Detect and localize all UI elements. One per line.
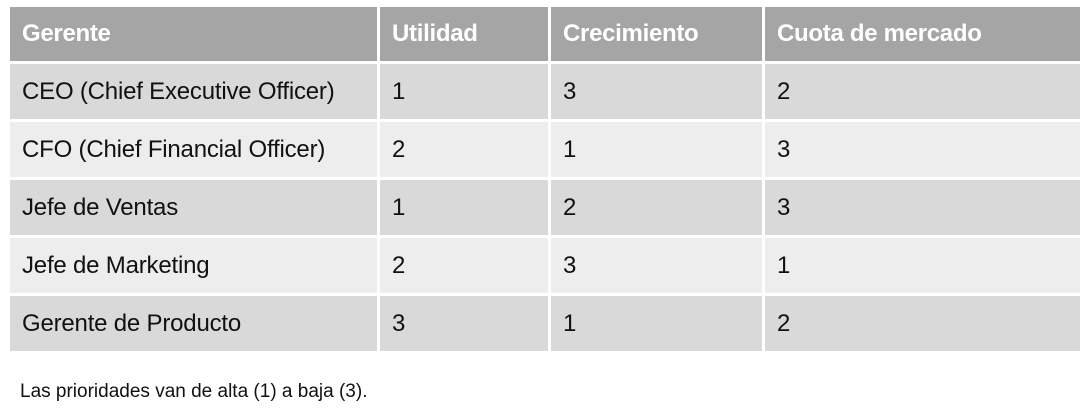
cell-gerente: Gerente de Producto	[7, 293, 380, 354]
column-header-crecimiento: Crecimiento	[548, 4, 765, 64]
cell-cuota-de-mercado: 2	[762, 61, 1083, 122]
table-row: Jefe de Ventas 1 2 3	[7, 177, 1083, 238]
table-header-row: Gerente Utilidad Crecimiento Cuota de me…	[7, 4, 1083, 64]
cell-crecimiento: 3	[548, 235, 765, 296]
cell-utilidad: 3	[377, 293, 551, 354]
cell-crecimiento: 2	[548, 177, 765, 238]
cell-utilidad: 1	[377, 61, 551, 122]
priorities-table: Gerente Utilidad Crecimiento Cuota de me…	[7, 4, 1083, 354]
table-row: Jefe de Marketing 2 3 1	[7, 235, 1083, 296]
cell-cuota-de-mercado: 3	[762, 119, 1083, 180]
cell-cuota-de-mercado: 2	[762, 293, 1083, 354]
cell-utilidad: 2	[377, 119, 551, 180]
column-header-cuota-de-mercado: Cuota de mercado	[762, 4, 1083, 64]
column-header-gerente: Gerente	[7, 4, 380, 64]
table-row: CFO (Chief Financial Officer) 2 1 3	[7, 119, 1083, 180]
cell-cuota-de-mercado: 1	[762, 235, 1083, 296]
cell-cuota-de-mercado: 3	[762, 177, 1083, 238]
table-row: CEO (Chief Executive Officer) 1 3 2	[7, 61, 1083, 122]
cell-gerente: Jefe de Ventas	[7, 177, 380, 238]
cell-gerente: CFO (Chief Financial Officer)	[7, 119, 380, 180]
cell-crecimiento: 1	[548, 119, 765, 180]
cell-gerente: Jefe de Marketing	[7, 235, 380, 296]
cell-crecimiento: 3	[548, 61, 765, 122]
cell-crecimiento: 1	[548, 293, 765, 354]
cell-gerente: CEO (Chief Executive Officer)	[7, 61, 380, 122]
priorities-table-container: Gerente Utilidad Crecimiento Cuota de me…	[7, 4, 1083, 354]
cell-utilidad: 2	[377, 235, 551, 296]
cell-utilidad: 1	[377, 177, 551, 238]
column-header-utilidad: Utilidad	[377, 4, 551, 64]
table-footnote: Las prioridades van de alta (1) a baja (…	[20, 381, 368, 402]
table-row: Gerente de Producto 3 1 2	[7, 293, 1083, 354]
